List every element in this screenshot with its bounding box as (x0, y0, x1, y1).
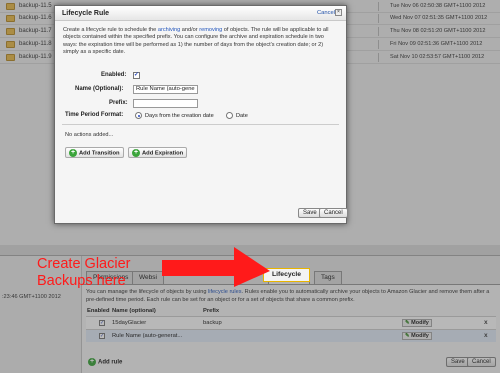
description-text: and/or (180, 27, 200, 33)
no-actions-text: No actions added... (65, 132, 114, 138)
date-radio[interactable] (226, 112, 233, 119)
enabled-checkbox[interactable]: ✓ (133, 72, 140, 79)
days-radio[interactable] (135, 112, 142, 119)
days-radio-label: Days from the creation date (145, 113, 214, 119)
rule-name-label: Name (Optional): (75, 86, 124, 92)
add-transition-button[interactable]: + Add Transition (65, 147, 124, 158)
add-expiration-button[interactable]: + Add Expiration (128, 147, 188, 158)
add-icon: + (132, 149, 140, 157)
dialog-cancel-link[interactable]: Cancel (317, 10, 335, 16)
dialog-header: Lifecycle Rule Cancel × (55, 6, 346, 21)
divider (62, 124, 339, 125)
rule-name-input[interactable]: Rule Name (auto-gene (133, 85, 198, 94)
annotation-arrow-icon (162, 247, 270, 287)
highlighted-lifecycle-tab-label: Lifecycle (272, 271, 302, 278)
removing-link[interactable]: removing (199, 27, 222, 33)
archiving-link[interactable]: archiving (158, 27, 180, 33)
annotation-line-1: Create Glacier (37, 256, 131, 272)
time-period-label: Time Period Format: (65, 112, 124, 118)
dialog-title: Lifecycle Rule (62, 10, 110, 17)
add-transition-label: Add Transition (79, 150, 120, 157)
prefix-input[interactable] (133, 99, 198, 108)
annotation-line-2: Backups here (37, 273, 126, 289)
close-icon[interactable]: × (335, 9, 342, 16)
dialog-cancel-button[interactable]: Cancel (319, 208, 348, 218)
dialog-description: Create a lifecycle rule to schedule the … (63, 27, 339, 57)
annotation-text: Create Glacier Backups here (37, 256, 130, 290)
add-expiration-label: Add Expiration (142, 150, 184, 157)
lifecycle-rule-dialog: Lifecycle Rule Cancel × Create a lifecyc… (54, 5, 348, 224)
date-radio-label: Date (236, 113, 248, 119)
description-text: Create a lifecycle rule to schedule the (63, 27, 158, 33)
add-icon: + (69, 149, 77, 157)
enabled-label: Enabled: (101, 72, 127, 78)
prefix-label: Prefix: (109, 100, 128, 106)
